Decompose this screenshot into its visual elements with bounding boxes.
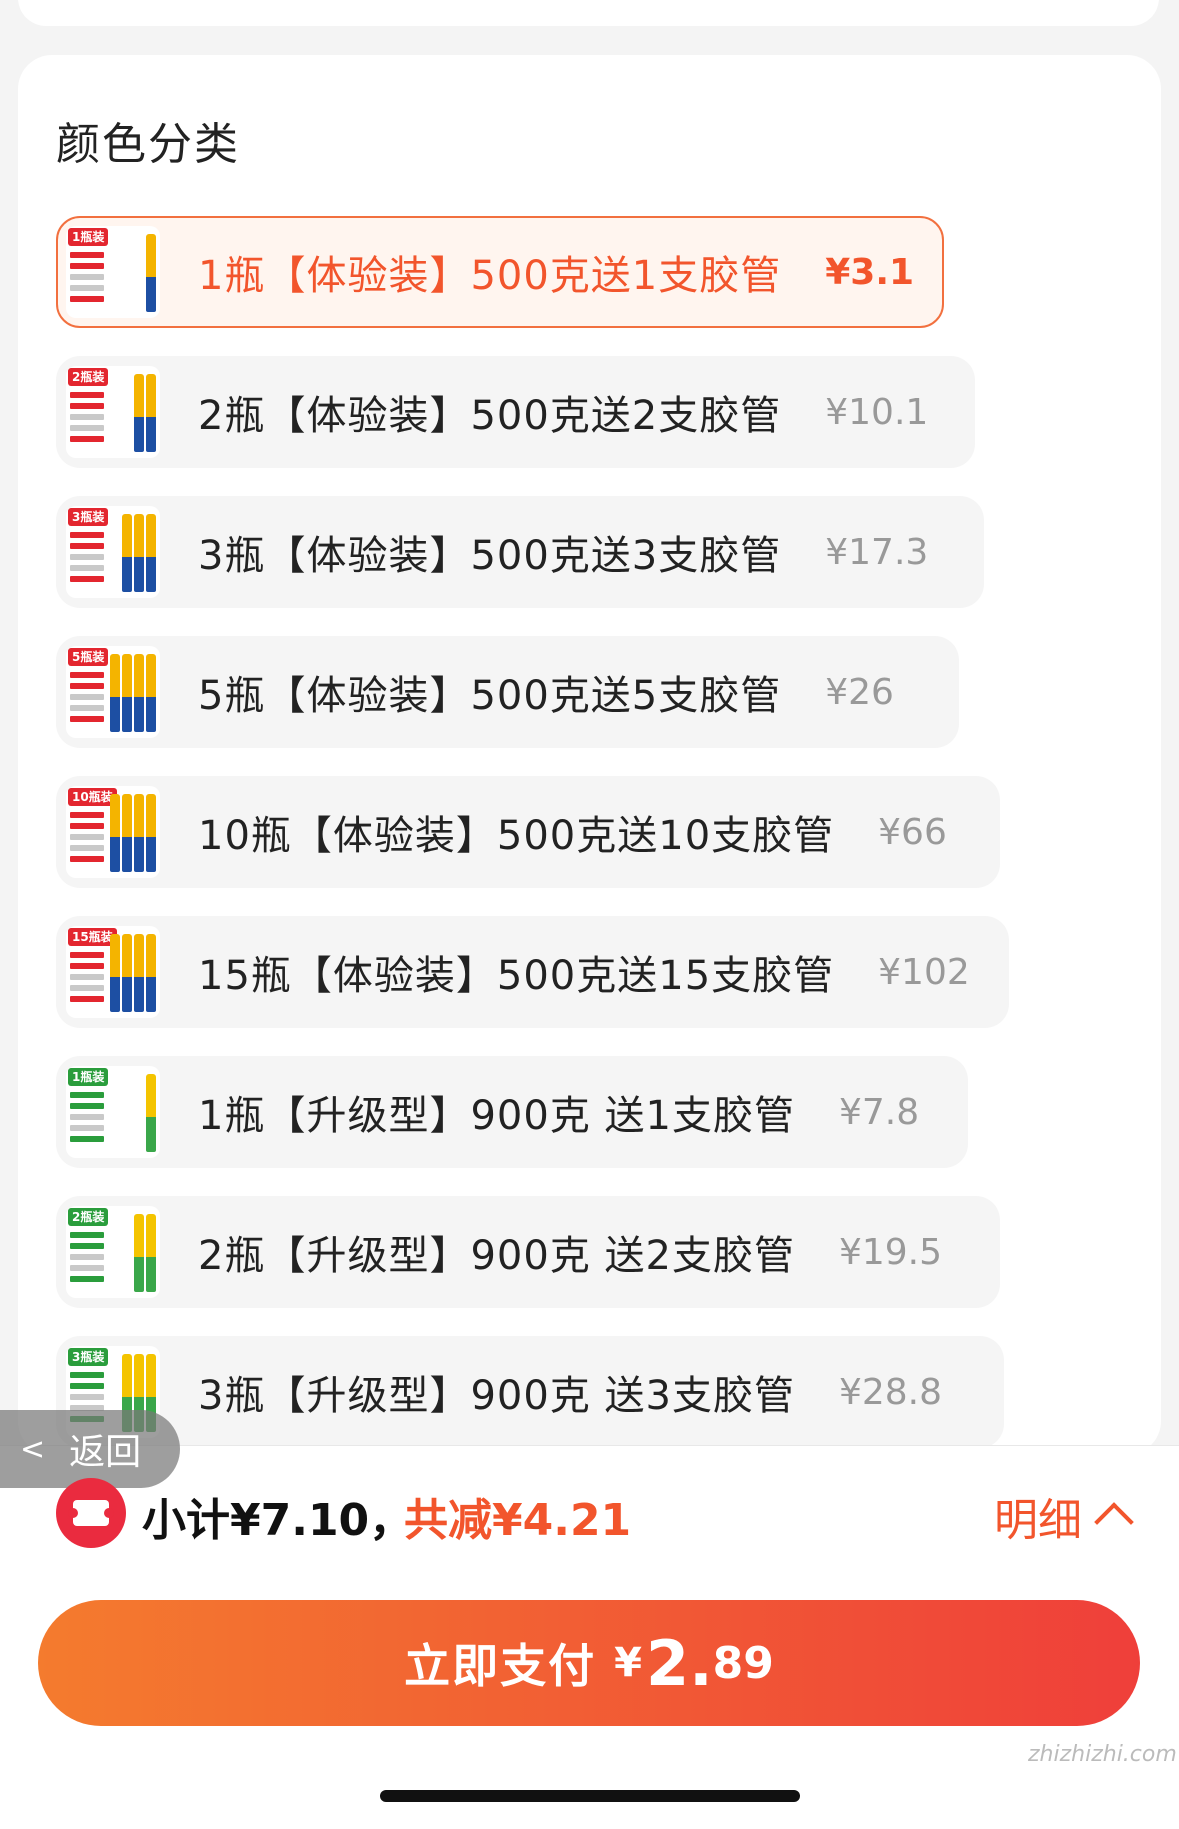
product-thumbnail: 10瓶装 [66, 786, 160, 878]
sku-option-price: ¥3.1 [825, 251, 915, 293]
sku-option-label: 15瓶【体验装】500克送15支胶管 [198, 953, 835, 999]
product-thumbnail: 1瓶装 [66, 1066, 160, 1158]
sku-option-label: 3瓶【体验装】500克送3支胶管 [198, 533, 782, 579]
thumbnail-tag: 3瓶装 [68, 1348, 109, 1366]
sku-option[interactable]: 5瓶装 5瓶【体验装】500克送5支胶管 ¥26 [56, 636, 959, 748]
back-label: 返回 [69, 1432, 142, 1473]
product-thumbnail: 1瓶装 [66, 226, 160, 318]
sku-option-label: 2瓶【升级型】900克 送2支胶管 [198, 1233, 795, 1279]
section-title: 颜色分类 [56, 119, 240, 170]
thumbnail-tag: 1瓶装 [68, 1068, 109, 1086]
thumbnail-tag: 1瓶装 [68, 228, 109, 246]
sku-option-label: 10瓶【体验装】500克送10支胶管 [198, 813, 835, 859]
product-thumbnail: 5瓶装 [66, 646, 160, 738]
sku-option-label: 5瓶【体验装】500克送5支胶管 [198, 673, 782, 719]
pay-currency: ¥ [614, 1640, 642, 1686]
sku-option[interactable]: 1瓶装 1瓶【体验装】500克送1支胶管 ¥3.1 [56, 216, 944, 328]
sku-option[interactable]: 10瓶装 10瓶【体验装】500克送10支胶管 ¥66 [56, 776, 1000, 888]
sku-option-price: ¥19.5 [838, 1231, 943, 1273]
sku-option-price: ¥28.8 [838, 1371, 943, 1413]
sku-option-label: 3瓶【升级型】900克 送3支胶管 [198, 1373, 795, 1419]
product-thumbnail: 2瓶装 [66, 366, 160, 458]
thumbnail-tag: 3瓶装 [68, 508, 109, 526]
product-thumbnail: 2瓶装 [66, 1206, 160, 1298]
sku-option[interactable]: 3瓶装 3瓶【升级型】900克 送3支胶管 ¥28.8 [56, 1336, 1004, 1448]
sku-option-price: ¥10.1 [825, 391, 929, 433]
thumbnail-tag: 5瓶装 [68, 648, 109, 666]
pay-amount-decimal: 89 [712, 1637, 774, 1689]
thumbnail-tag: 2瓶装 [68, 1208, 109, 1226]
pay-now-button[interactable]: 立即支付 ¥ 2. 89 [38, 1600, 1140, 1726]
watermark: zhizhizhi.com [1028, 1742, 1177, 1767]
chevron-left-icon: < [20, 1431, 46, 1467]
sku-option[interactable]: 3瓶装 3瓶【体验装】500克送3支胶管 ¥17.3 [56, 496, 984, 608]
sku-option-price: ¥26 [825, 671, 894, 713]
sku-option-label: 1瓶【体验装】500克送1支胶管 [198, 253, 782, 299]
sku-option-label: 2瓶【体验装】500克送2支胶管 [198, 393, 782, 439]
coupon-icon [56, 1478, 126, 1548]
back-button[interactable]: < 返回 [0, 1410, 180, 1488]
sku-option-price: ¥7.8 [838, 1091, 920, 1133]
sku-option-price: ¥17.3 [825, 531, 929, 573]
thumbnail-tag: 2瓶装 [68, 368, 109, 386]
sku-option-label: 1瓶【升级型】900克 送1支胶管 [198, 1093, 795, 1139]
discount-text: 共减¥4.21 [404, 1495, 632, 1546]
pay-amount-integer: 2. [645, 1626, 713, 1700]
sku-option[interactable]: 2瓶装 2瓶【升级型】900克 送2支胶管 ¥19.5 [56, 1196, 1000, 1308]
sku-option-price: ¥66 [878, 811, 947, 853]
product-thumbnail: 15瓶装 [66, 926, 160, 1018]
sku-option-price: ¥102 [878, 951, 970, 993]
sku-option[interactable]: 15瓶装 15瓶【体验装】500克送15支胶管 ¥102 [56, 916, 1009, 1028]
previous-card [18, 0, 1159, 26]
subtotal-text: 小计¥7.10， [142, 1495, 414, 1546]
sku-option[interactable]: 2瓶装 2瓶【体验装】500克送2支胶管 ¥10.1 [56, 356, 975, 468]
pay-label: 立即支付 [404, 1639, 597, 1693]
home-indicator [380, 1790, 800, 1802]
sku-option[interactable]: 1瓶装 1瓶【升级型】900克 送1支胶管 ¥7.8 [56, 1056, 968, 1168]
product-thumbnail: 3瓶装 [66, 506, 160, 598]
detail-link[interactable]: 明细 [994, 1484, 1082, 1548]
